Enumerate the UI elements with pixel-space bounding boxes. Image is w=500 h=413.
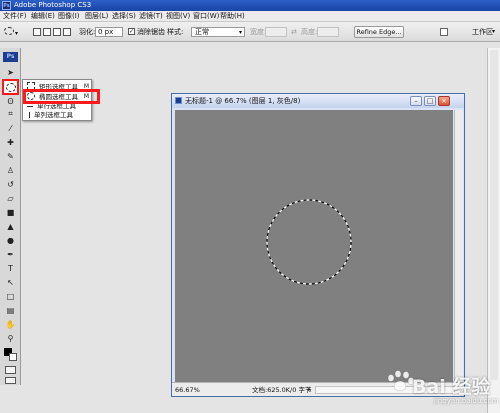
watermark-text: Bai 经验 xyxy=(412,376,491,398)
chevron-down-icon[interactable]: ▾ xyxy=(15,30,18,37)
document-icon xyxy=(175,97,182,104)
width-input[interactable] xyxy=(265,27,287,37)
app-title: Adobe Photoshop CS3 xyxy=(14,1,92,9)
subtract-selection-icon[interactable] xyxy=(53,28,61,36)
document-title-bar[interactable]: 无标题-1 @ 66.7% (图层 1, 灰色/8) – □ × xyxy=(172,94,464,108)
menu-layer[interactable]: 图层(L) xyxy=(85,12,108,21)
toolbox: Ps ➤ ʘ ⌗ ⁄ ✚ ✎ ♙ ↺ ▱ ■ ▲ ● ✒ T ↖ □ ▤ ✋ ⚲ xyxy=(0,48,21,385)
photoshop-logo-icon: Ps xyxy=(3,52,18,62)
tool-highlight-box xyxy=(2,79,19,95)
height-input[interactable] xyxy=(317,27,339,37)
pen-tool-icon[interactable]: ✒ xyxy=(4,248,17,260)
new-selection-icon[interactable] xyxy=(33,28,41,36)
elliptical-selection-marching-ants xyxy=(266,199,352,285)
options-bar: ▾ 羽化: 0 px ✓ 消除锯齿 样式: 正常 ▾ 宽度: ⇄ 高度: Ref… xyxy=(0,22,500,42)
close-icon[interactable]: × xyxy=(438,96,450,106)
maximize-icon[interactable]: □ xyxy=(424,96,436,106)
move-tool-icon[interactable]: ➤ xyxy=(4,66,17,78)
clone-stamp-tool-icon[interactable]: ♙ xyxy=(4,164,17,176)
blur-tool-icon[interactable]: ▲ xyxy=(4,220,17,232)
eyedropper-tool-icon[interactable]: ⁄ xyxy=(4,122,17,134)
style-value: 正常 xyxy=(195,28,209,36)
history-brush-tool-icon[interactable]: ↺ xyxy=(4,178,17,190)
background-color-swatch[interactable] xyxy=(9,353,17,361)
palette-well-icon[interactable] xyxy=(440,28,448,36)
antialias-label: 消除锯齿 xyxy=(137,28,165,36)
zoom-tool-icon[interactable]: ⚲ xyxy=(4,332,17,344)
minimize-icon[interactable]: – xyxy=(410,96,422,106)
type-tool-icon[interactable]: T xyxy=(4,262,17,274)
menu-window[interactable]: 窗口(W) xyxy=(193,12,219,21)
feather-input[interactable]: 0 px xyxy=(95,27,123,37)
height-label: 高度: xyxy=(301,28,318,36)
chevron-down-icon: ▾ xyxy=(238,29,242,36)
lasso-tool-icon[interactable]: ʘ xyxy=(4,95,17,107)
watermark-subtext: jingyan.baidu.com xyxy=(434,397,499,405)
flyout-item-label: 单列选框工具 xyxy=(34,111,73,119)
menu-bar: 文件(F) 编辑(E) 图像(I) 图层(L) 选择(S) 滤镜(T) 视图(V… xyxy=(0,11,500,22)
document-title: 无标题-1 @ 66.7% (图层 1, 灰色/8) xyxy=(185,97,301,105)
workspace-label[interactable]: 工作区 xyxy=(472,28,493,37)
add-to-selection-icon[interactable] xyxy=(43,28,51,36)
swap-icon[interactable]: ⇄ xyxy=(291,29,297,36)
menu-image[interactable]: 图像(I) xyxy=(58,12,80,21)
single-column-marquee-icon xyxy=(27,112,30,118)
panel-collapsed-strip[interactable] xyxy=(490,50,498,380)
right-panel-dock xyxy=(487,48,500,413)
canvas[interactable] xyxy=(175,110,453,382)
vertical-scrollbar[interactable] xyxy=(454,110,463,382)
feather-label: 羽化: xyxy=(79,28,96,36)
crop-tool-icon[interactable]: ⌗ xyxy=(4,108,17,120)
menu-help[interactable]: 帮助(H) xyxy=(220,12,245,21)
menu-file[interactable]: 文件(F) xyxy=(3,12,27,21)
zoom-level-field[interactable]: 66.67% xyxy=(175,386,200,394)
menu-filter[interactable]: 滤镜(T) xyxy=(139,12,163,21)
rectangle-tool-icon[interactable]: □ xyxy=(4,290,17,302)
menu-view[interactable]: 视图(V) xyxy=(166,12,190,21)
document-size-info: 文档:625.0K/0 字节 xyxy=(252,386,312,394)
photoshop-logo-icon: Ps xyxy=(2,1,11,10)
menu-select[interactable]: 选择(S) xyxy=(112,12,136,21)
style-label: 样式: xyxy=(167,28,184,36)
notes-tool-icon[interactable]: ▤ xyxy=(4,304,17,316)
hand-tool-icon[interactable]: ✋ xyxy=(4,318,17,330)
path-selection-tool-icon[interactable]: ↖ xyxy=(4,276,17,288)
style-select[interactable]: 正常 ▾ xyxy=(191,27,245,37)
healing-brush-tool-icon[interactable]: ✚ xyxy=(4,136,17,148)
brush-tool-icon[interactable]: ✎ xyxy=(4,150,17,162)
status-menu-arrow-icon[interactable]: ▸ xyxy=(308,386,311,393)
antialias-checkbox[interactable]: ✓ xyxy=(128,28,135,35)
flyout-item-single-column-marquee[interactable]: 单列选框工具 xyxy=(27,110,91,120)
quick-mask-icon[interactable] xyxy=(5,366,16,374)
width-label: 宽度: xyxy=(250,28,267,36)
document-window: 无标题-1 @ 66.7% (图层 1, 灰色/8) – □ × 66.67% … xyxy=(171,93,465,397)
intersect-selection-icon[interactable] xyxy=(63,28,71,36)
selection-svg xyxy=(266,199,352,285)
menu-edit[interactable]: 编辑(E) xyxy=(31,12,55,21)
screen-mode-icon[interactable] xyxy=(5,377,16,384)
dodge-tool-icon[interactable]: ● xyxy=(4,234,17,246)
refine-edge-button[interactable]: Refine Edge... xyxy=(354,26,404,38)
app-title-bar: Ps Adobe Photoshop CS3 xyxy=(0,0,500,11)
annotation-highlight-box xyxy=(23,89,100,104)
eraser-tool-icon[interactable]: ▱ xyxy=(4,192,17,204)
single-row-marquee-icon xyxy=(27,106,33,109)
chevron-down-icon[interactable]: ▾ xyxy=(492,28,495,35)
ellipse-marquee-preset-icon[interactable] xyxy=(4,27,14,35)
gradient-tool-icon[interactable]: ■ xyxy=(4,206,17,218)
